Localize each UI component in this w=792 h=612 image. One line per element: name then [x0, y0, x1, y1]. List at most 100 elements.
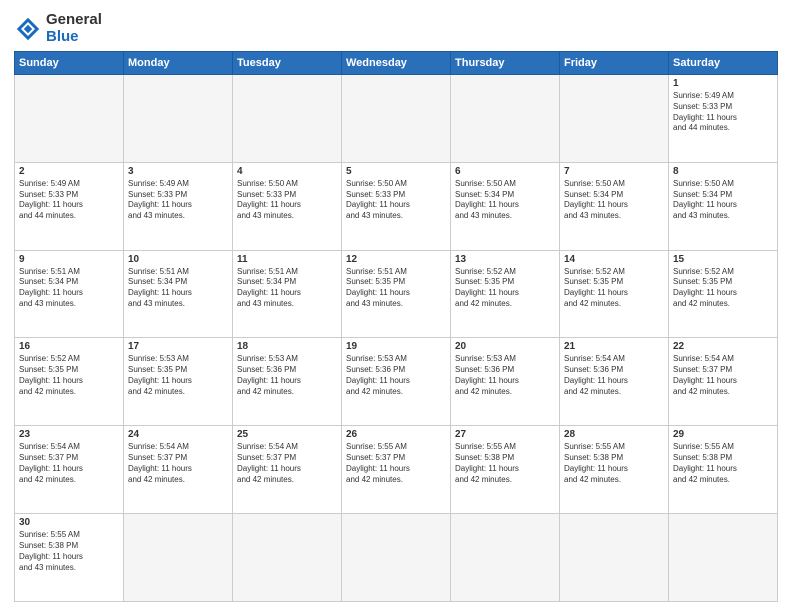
calendar-cell: 6 Sunrise: 5:50 AM Sunset: 5:34 PM Daylig… [451, 162, 560, 250]
day-number: 13 [455, 254, 555, 265]
day-info: Sunrise: 5:55 AM Sunset: 5:38 PM Dayligh… [564, 442, 664, 485]
day-info: Sunrise: 5:51 AM Sunset: 5:35 PM Dayligh… [346, 267, 446, 310]
day-info: Sunrise: 5:52 AM Sunset: 5:35 PM Dayligh… [455, 267, 555, 310]
day-number: 5 [346, 166, 446, 177]
calendar-cell: 25 Sunrise: 5:54 AM Sunset: 5:37 PM Dayli… [233, 426, 342, 514]
calendar-cell: 3 Sunrise: 5:49 AM Sunset: 5:33 PM Daylig… [124, 162, 233, 250]
day-info: Sunrise: 5:50 AM Sunset: 5:34 PM Dayligh… [455, 179, 555, 222]
day-number: 11 [237, 254, 337, 265]
calendar-cell [233, 75, 342, 163]
calendar-cell: 20 Sunrise: 5:53 AM Sunset: 5:36 PM Dayli… [451, 338, 560, 426]
calendar-cell: 18 Sunrise: 5:53 AM Sunset: 5:36 PM Dayli… [233, 338, 342, 426]
day-info: Sunrise: 5:55 AM Sunset: 5:38 PM Dayligh… [673, 442, 773, 485]
calendar-cell: 21Sunrise: 5:54 AM Sunset: 5:36 PM Dayli… [560, 338, 669, 426]
day-info: Sunrise: 5:51 AM Sunset: 5:34 PM Dayligh… [19, 267, 119, 310]
day-number: 27 [455, 429, 555, 440]
calendar-body: 1 Sunrise: 5:49 AM Sunset: 5:33 PM Daylig… [15, 75, 778, 602]
day-number: 18 [237, 341, 337, 352]
day-info: Sunrise: 5:52 AM Sunset: 5:35 PM Dayligh… [564, 267, 664, 310]
weekday-header-saturday: Saturday [669, 52, 778, 75]
day-info: Sunrise: 5:51 AM Sunset: 5:34 PM Dayligh… [237, 267, 337, 310]
day-number: 6 [455, 166, 555, 177]
day-info: Sunrise: 5:55 AM Sunset: 5:38 PM Dayligh… [19, 530, 119, 573]
calendar-cell: 13 Sunrise: 5:52 AM Sunset: 5:35 PM Dayli… [451, 250, 560, 338]
day-number: 24 [128, 429, 228, 440]
weekday-header-friday: Friday [560, 52, 669, 75]
weekday-header-sunday: Sunday [15, 52, 124, 75]
calendar-cell: 8Sunrise: 5:50 AM Sunset: 5:34 PM Daylig… [669, 162, 778, 250]
day-info: Sunrise: 5:54 AM Sunset: 5:37 PM Dayligh… [19, 442, 119, 485]
day-number: 2 [19, 166, 119, 177]
day-number: 23 [19, 429, 119, 440]
day-number: 19 [346, 341, 446, 352]
calendar-week-row: 1 Sunrise: 5:49 AM Sunset: 5:33 PM Daylig… [15, 75, 778, 163]
calendar-cell [669, 514, 778, 602]
day-info: Sunrise: 5:49 AM Sunset: 5:33 PM Dayligh… [19, 179, 119, 222]
calendar-cell [124, 514, 233, 602]
calendar-cell: 14 Sunrise: 5:52 AM Sunset: 5:35 PM Dayli… [560, 250, 669, 338]
calendar-cell: 29Sunrise: 5:55 AM Sunset: 5:38 PM Dayli… [669, 426, 778, 514]
day-number: 7 [564, 166, 664, 177]
day-number: 9 [19, 254, 119, 265]
day-info: Sunrise: 5:52 AM Sunset: 5:35 PM Dayligh… [19, 354, 119, 397]
logo-icon [14, 15, 42, 43]
day-info: Sunrise: 5:50 AM Sunset: 5:34 PM Dayligh… [564, 179, 664, 222]
day-info: Sunrise: 5:54 AM Sunset: 5:37 PM Dayligh… [237, 442, 337, 485]
day-info: Sunrise: 5:53 AM Sunset: 5:36 PM Dayligh… [237, 354, 337, 397]
calendar-cell [560, 75, 669, 163]
calendar-week-row: 23 Sunrise: 5:54 AM Sunset: 5:37 PM Dayli… [15, 426, 778, 514]
calendar-cell: 10Sunrise: 5:51 AM Sunset: 5:34 PM Dayli… [124, 250, 233, 338]
calendar-cell: 16 Sunrise: 5:52 AM Sunset: 5:35 PM Dayli… [15, 338, 124, 426]
calendar-cell: 30 Sunrise: 5:55 AM Sunset: 5:38 PM Dayli… [15, 514, 124, 602]
day-info: Sunrise: 5:52 AM Sunset: 5:35 PM Dayligh… [673, 267, 773, 310]
calendar-week-row: 16 Sunrise: 5:52 AM Sunset: 5:35 PM Dayli… [15, 338, 778, 426]
calendar-cell [124, 75, 233, 163]
calendar-cell: 26 Sunrise: 5:55 AM Sunset: 5:37 PM Dayli… [342, 426, 451, 514]
calendar-cell [342, 75, 451, 163]
day-info: Sunrise: 5:49 AM Sunset: 5:33 PM Dayligh… [673, 91, 773, 134]
day-number: 20 [455, 341, 555, 352]
calendar-cell: 17Sunrise: 5:53 AM Sunset: 5:35 PM Dayli… [124, 338, 233, 426]
header: General Blue [14, 12, 778, 45]
calendar-cell: 4Sunrise: 5:50 AM Sunset: 5:33 PM Daylig… [233, 162, 342, 250]
day-number: 22 [673, 341, 773, 352]
day-number: 30 [19, 517, 119, 528]
day-info: Sunrise: 5:54 AM Sunset: 5:37 PM Dayligh… [128, 442, 228, 485]
day-info: Sunrise: 5:53 AM Sunset: 5:36 PM Dayligh… [346, 354, 446, 397]
day-number: 26 [346, 429, 446, 440]
weekday-header-row: SundayMondayTuesdayWednesdayThursdayFrid… [15, 52, 778, 75]
day-info: Sunrise: 5:49 AM Sunset: 5:33 PM Dayligh… [128, 179, 228, 222]
calendar-cell: 22 Sunrise: 5:54 AM Sunset: 5:37 PM Dayli… [669, 338, 778, 426]
day-number: 15 [673, 254, 773, 265]
calendar-cell: 1 Sunrise: 5:49 AM Sunset: 5:33 PM Daylig… [669, 75, 778, 163]
calendar-cell: 23 Sunrise: 5:54 AM Sunset: 5:37 PM Dayli… [15, 426, 124, 514]
calendar-cell [233, 514, 342, 602]
day-number: 14 [564, 254, 664, 265]
day-number: 28 [564, 429, 664, 440]
calendar-week-row: 2 Sunrise: 5:49 AM Sunset: 5:33 PM Daylig… [15, 162, 778, 250]
day-number: 16 [19, 341, 119, 352]
calendar-cell: 9 Sunrise: 5:51 AM Sunset: 5:34 PM Daylig… [15, 250, 124, 338]
day-info: Sunrise: 5:50 AM Sunset: 5:34 PM Dayligh… [673, 179, 773, 222]
calendar-cell: 11 Sunrise: 5:51 AM Sunset: 5:34 PM Dayli… [233, 250, 342, 338]
day-number: 12 [346, 254, 446, 265]
day-number: 3 [128, 166, 228, 177]
day-number: 1 [673, 78, 773, 89]
weekday-header-thursday: Thursday [451, 52, 560, 75]
weekday-header-tuesday: Tuesday [233, 52, 342, 75]
calendar-cell: 19 Sunrise: 5:53 AM Sunset: 5:36 PM Dayli… [342, 338, 451, 426]
calendar-header: SundayMondayTuesdayWednesdayThursdayFrid… [15, 52, 778, 75]
day-info: Sunrise: 5:54 AM Sunset: 5:37 PM Dayligh… [673, 354, 773, 397]
calendar-cell: 24 Sunrise: 5:54 AM Sunset: 5:37 PM Dayli… [124, 426, 233, 514]
calendar-cell: 12 Sunrise: 5:51 AM Sunset: 5:35 PM Dayli… [342, 250, 451, 338]
calendar-cell: 5Sunrise: 5:50 AM Sunset: 5:33 PM Daylig… [342, 162, 451, 250]
calendar-cell: 7 Sunrise: 5:50 AM Sunset: 5:34 PM Daylig… [560, 162, 669, 250]
day-number: 25 [237, 429, 337, 440]
day-info: Sunrise: 5:55 AM Sunset: 5:37 PM Dayligh… [346, 442, 446, 485]
day-info: Sunrise: 5:53 AM Sunset: 5:35 PM Dayligh… [128, 354, 228, 397]
day-info: Sunrise: 5:51 AM Sunset: 5:34 PM Dayligh… [128, 267, 228, 310]
calendar-table: SundayMondayTuesdayWednesdayThursdayFrid… [14, 51, 778, 602]
calendar-cell [560, 514, 669, 602]
day-info: Sunrise: 5:53 AM Sunset: 5:36 PM Dayligh… [455, 354, 555, 397]
day-info: Sunrise: 5:50 AM Sunset: 5:33 PM Dayligh… [237, 179, 337, 222]
